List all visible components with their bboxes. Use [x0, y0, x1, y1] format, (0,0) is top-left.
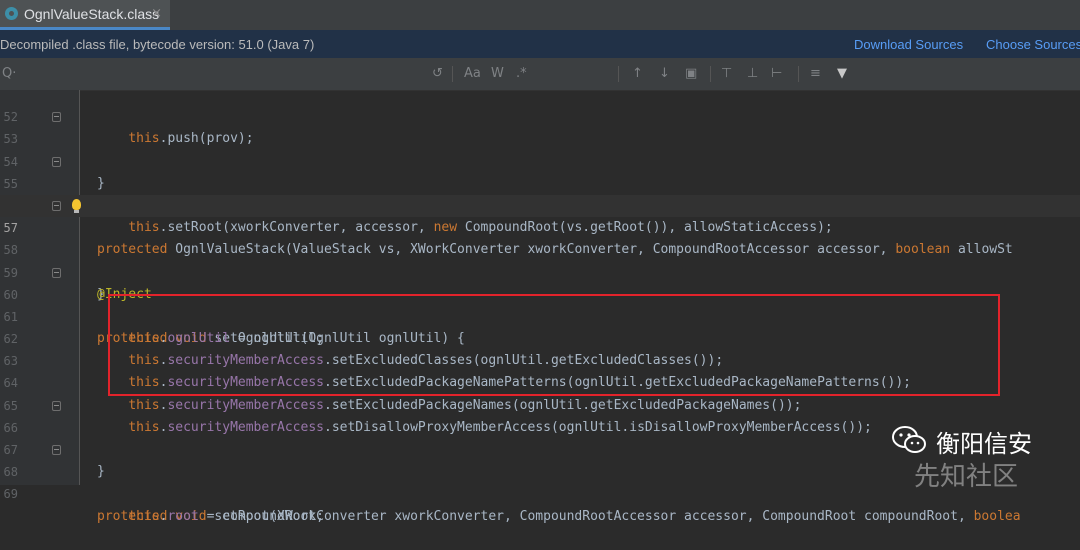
regex-toggle[interactable]: .* — [516, 65, 527, 83]
code-line: 66 } — [0, 395, 1080, 479]
code-line: 54 — [0, 128, 1080, 169]
select-occurrence-icon[interactable]: ⊢ — [771, 65, 782, 83]
list-icon[interactable]: ≡ — [810, 65, 821, 83]
fold-end-icon[interactable] — [52, 400, 61, 411]
undo-icon[interactable]: ↺ — [432, 65, 443, 83]
words-toggle[interactable]: W — [491, 65, 504, 83]
code-line: 58 — [0, 217, 1080, 257]
code-line: 53 } — [0, 106, 1080, 191]
fold-start-icon[interactable] — [52, 156, 61, 167]
code-line: 59 @Inject — [0, 239, 1080, 302]
fold-end-icon[interactable] — [52, 112, 61, 123]
highlight-box — [108, 294, 1000, 396]
editor-tab-bar: OgnlValueStack.class × — [0, 0, 1080, 31]
code-line: 56 this.setRoot(xworkConverter, accessor… — [0, 173, 1080, 235]
search-icon[interactable]: Q· — [2, 65, 16, 83]
tab-ognlvaluestack-class[interactable]: OgnlValueStack.class × — [0, 0, 170, 30]
remove-occurrence-icon[interactable]: ⊥ — [747, 65, 758, 83]
code-line: 52 this.push(prov); — [0, 84, 1080, 146]
download-sources-link[interactable]: Download Sources — [854, 37, 963, 52]
toolbar-divider — [618, 66, 619, 82]
decompiled-banner: Decompiled .class file, bytecode version… — [0, 30, 1080, 58]
watermark-title: 衡阳信安 — [936, 430, 1032, 458]
watermark: 衡阳信安 先知社区 — [890, 418, 1080, 492]
code-line-current: 57 } — [0, 194, 1080, 302]
toolbar-divider — [710, 66, 711, 82]
watermark-subtitle: 先知社区 — [914, 462, 1019, 492]
class-file-icon — [5, 7, 18, 20]
match-case-toggle[interactable]: Aa — [464, 65, 481, 83]
line-number: 69 — [3, 487, 18, 502]
add-occurrence-icon[interactable]: ⊤ — [721, 65, 732, 83]
wechat-icon — [892, 426, 926, 453]
fold-end-icon[interactable] — [52, 200, 61, 211]
tab-label: OgnlValueStack.class — [24, 5, 160, 22]
code-line: 60 protected void setOgnlUtil(OgnlUtil o… — [0, 262, 1080, 346]
code-text: this.root = compoundRoot; — [128, 508, 324, 524]
next-occurrence-icon[interactable]: ↓ — [659, 65, 670, 83]
choose-sources-link[interactable]: Choose Sources — [986, 37, 1080, 52]
lightbulb-icon[interactable] — [72, 198, 81, 213]
previous-occurrence-icon[interactable]: ↑ — [632, 65, 643, 83]
filter-icon[interactable]: ▼ — [837, 65, 847, 83]
fold-start-icon[interactable] — [52, 445, 61, 455]
fold-start-icon[interactable] — [52, 267, 61, 278]
toolbar-divider — [452, 66, 453, 82]
code-line: 55 @ protected OgnlValueStack(ValueStack… — [0, 151, 1080, 257]
close-icon[interactable]: × — [151, 6, 162, 21]
banner-message: Decompiled .class file, bytecode version… — [0, 36, 315, 52]
select-all-occurrences-icon[interactable]: ▣ — [685, 65, 697, 83]
toolbar-divider — [798, 66, 799, 82]
